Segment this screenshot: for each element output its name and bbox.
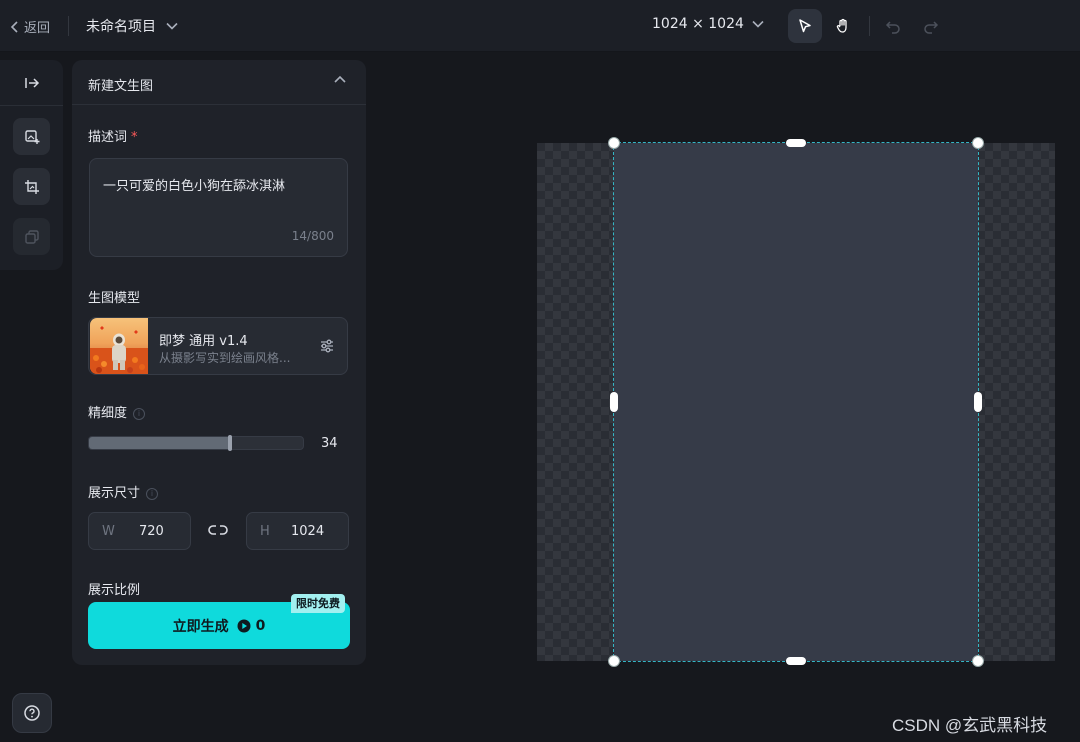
panel-title: 新建文生图: [88, 79, 154, 94]
select-tool-button[interactable]: [788, 9, 822, 43]
redo-icon: [924, 21, 939, 34]
prompt-label-text: 描述词: [88, 130, 128, 145]
project-name: 未命名项目: [86, 19, 156, 35]
expand-panel-button[interactable]: [0, 60, 63, 106]
generate-cost: 0: [237, 617, 266, 634]
hand-icon: [836, 18, 847, 33]
prompt-text: 一只可爱的白色小狗在舔冰淇淋: [103, 179, 286, 194]
resize-handle-bottom-left[interactable]: [608, 655, 620, 667]
hand-tool-button[interactable]: [826, 9, 860, 43]
undo-button[interactable]: [876, 9, 910, 43]
prompt-label: 描述词 *: [88, 126, 138, 145]
canvas-size-dropdown[interactable]: 1024 × 1024: [652, 16, 764, 32]
slider-fill: [89, 437, 231, 449]
resize-handle-top-left[interactable]: [608, 137, 620, 149]
detail-slider[interactable]: [88, 435, 304, 451]
expand-arrow-icon: [24, 77, 39, 88]
watermark: CSDN @玄武黑科技: [892, 716, 1048, 735]
back-label: 返回: [24, 21, 51, 36]
height-key: H: [260, 524, 270, 539]
cost-value: 0: [255, 617, 266, 634]
size-label: 展示尺寸 i: [88, 482, 159, 501]
width-input[interactable]: W 720: [88, 512, 191, 550]
detail-label-text: 精细度: [88, 406, 128, 421]
top-bar: 返回 未命名项目 1024 × 1024: [0, 0, 1080, 52]
image-add-icon: [24, 129, 39, 144]
detail-label: 精细度 i: [88, 402, 146, 421]
height-value: 1024: [291, 524, 325, 539]
help-button[interactable]: [12, 693, 52, 733]
model-label: 生图模型: [88, 291, 141, 306]
model-thumbnail: [90, 318, 148, 374]
project-name-dropdown[interactable]: 未命名项目: [86, 16, 178, 36]
link-icon[interactable]: [208, 523, 228, 537]
image-edit-tool-button[interactable]: [13, 168, 50, 205]
info-icon[interactable]: i: [133, 407, 146, 420]
width-key: W: [102, 524, 115, 539]
height-input[interactable]: H 1024: [246, 512, 349, 550]
model-description: 从摄影写实到绘画风格...: [159, 351, 291, 365]
layers-icon: [24, 229, 39, 244]
resize-handle-bottom[interactable]: [786, 657, 806, 665]
chevron-down-icon: [752, 20, 764, 28]
size-label-text: 展示尺寸: [88, 486, 141, 501]
resize-handle-left[interactable]: [610, 392, 618, 412]
model-name: 即梦 通用 v1.4: [159, 334, 248, 349]
detail-value: 34: [321, 436, 338, 451]
prompt-input[interactable]: 一只可爱的白色小狗在舔冰淇淋 14/800: [89, 158, 348, 257]
resize-handle-bottom-right[interactable]: [972, 655, 984, 667]
play-coin-icon: [237, 619, 251, 632]
required-mark: *: [131, 130, 138, 145]
divider: [68, 16, 69, 36]
free-badge: 限时免费: [291, 594, 345, 613]
chevron-down-icon: [166, 22, 178, 30]
resize-handle-top[interactable]: [786, 139, 806, 147]
image-frame[interactable]: [613, 142, 979, 662]
resize-handle-right[interactable]: [974, 392, 982, 412]
layers-tool-button[interactable]: [13, 218, 50, 255]
model-selector[interactable]: 即梦 通用 v1.4 从摄影写实到绘画风格...: [88, 317, 348, 375]
image-crop-icon: [24, 179, 39, 194]
text-to-image-tool-button[interactable]: [13, 118, 50, 155]
panel-header: 新建文生图: [72, 60, 366, 105]
sliders-icon[interactable]: [319, 338, 335, 354]
redo-button[interactable]: [914, 9, 948, 43]
help-icon: [24, 705, 40, 721]
slider-handle[interactable]: [228, 435, 233, 451]
canvas-size: 1024 × 1024: [652, 16, 744, 32]
chevron-up-icon[interactable]: [334, 75, 346, 85]
cursor-arrow-icon: [799, 19, 811, 33]
info-icon[interactable]: i: [146, 487, 159, 500]
generate-panel: 新建文生图 描述词 * 一只可爱的白色小狗在舔冰淇淋 14/800 生图模型 即…: [72, 60, 366, 665]
prompt-char-counter: 14/800: [291, 229, 334, 243]
tool-rail: [0, 60, 63, 270]
resize-handle-top-right[interactable]: [972, 137, 984, 149]
ratio-label: 展示比例: [88, 583, 141, 598]
chevron-left-icon: [10, 20, 18, 33]
back-button[interactable]: 返回: [10, 17, 50, 36]
width-value: 720: [139, 524, 164, 539]
undo-icon: [885, 21, 900, 34]
divider: [869, 16, 870, 36]
generate-label: 立即生成: [172, 618, 229, 635]
